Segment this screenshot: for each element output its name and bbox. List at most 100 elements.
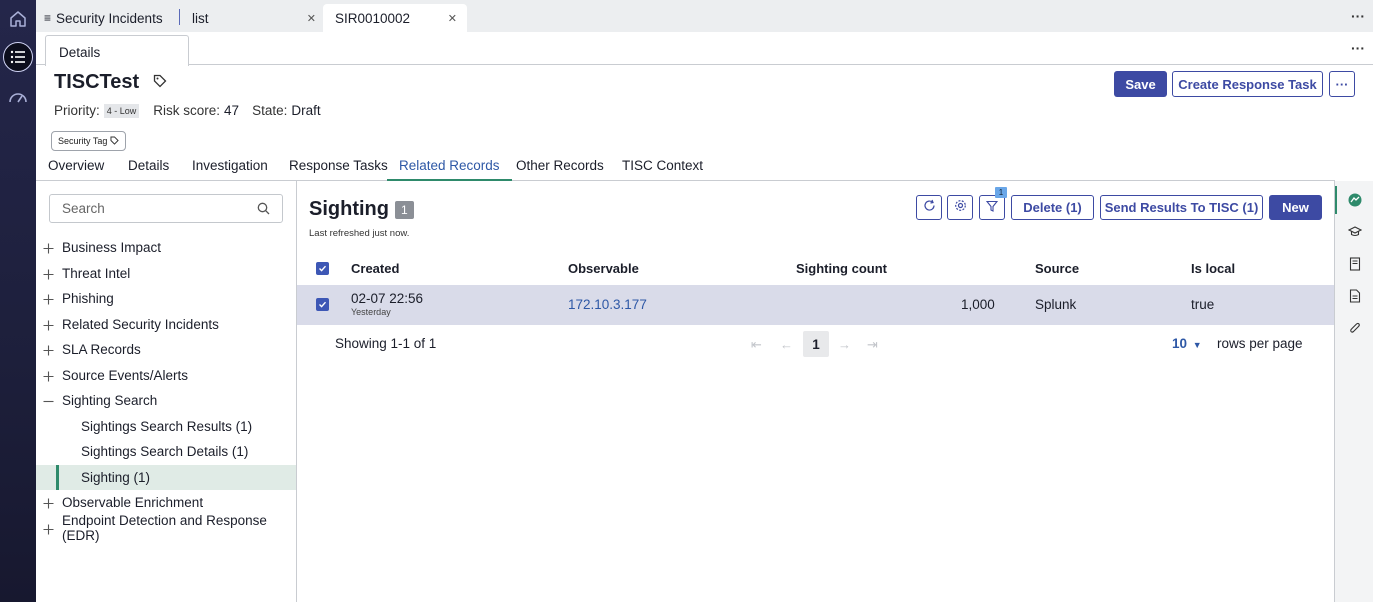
- filter-button[interactable]: [979, 195, 1005, 220]
- settings-button[interactable]: [947, 195, 973, 220]
- dashboard-icon[interactable]: [3, 82, 33, 112]
- tree-item[interactable]: Phishing: [36, 286, 296, 311]
- priority-badge: 4 - Low: [103, 103, 140, 118]
- showing-count-text: Showing 1-1 of 1: [335, 336, 437, 351]
- filter-icon: [985, 199, 999, 217]
- previous-page-icon[interactable]: ←: [780, 337, 793, 352]
- tree-item[interactable]: Observable Enrichment: [36, 490, 296, 515]
- observable-link[interactable]: 172.10.3.177: [568, 297, 647, 312]
- tree-item-label: Phishing: [62, 291, 114, 306]
- column-header-is-local[interactable]: Is local: [1191, 261, 1235, 276]
- refresh-button[interactable]: [916, 195, 942, 220]
- hamburger-icon[interactable]: ≡: [44, 11, 51, 25]
- tab-details[interactable]: Details: [45, 35, 189, 66]
- security-tag-button[interactable]: Security Tag: [51, 131, 127, 151]
- first-page-icon[interactable]: ⇤: [751, 337, 762, 353]
- tree-item[interactable]: Business Impact: [36, 235, 296, 260]
- expand-icon[interactable]: [43, 523, 54, 534]
- more-icon[interactable]: ···: [1351, 8, 1365, 24]
- playbook-icon[interactable]: [1348, 225, 1362, 239]
- state-label: State:: [252, 103, 288, 118]
- expand-icon[interactable]: [43, 242, 54, 254]
- row-checkbox[interactable]: [316, 298, 329, 311]
- document-icon[interactable]: [1348, 289, 1362, 303]
- collapse-icon[interactable]: [43, 395, 54, 406]
- cell-created-relative: Yesterday: [351, 307, 391, 317]
- select-all-checkbox[interactable]: [316, 262, 329, 275]
- search-icon[interactable]: [257, 202, 270, 218]
- search-input[interactable]: Search: [49, 194, 283, 223]
- column-header-created[interactable]: Created: [351, 261, 399, 276]
- sighting-list: Sighting 1 Last refreshed just now. 1 De…: [297, 181, 1334, 602]
- tree-item[interactable]: SLA Records: [36, 337, 296, 362]
- cell-source: Splunk: [1035, 297, 1077, 312]
- send-results-button[interactable]: Send Results To TISC (1): [1100, 195, 1263, 220]
- tree-item-label: Observable Enrichment: [62, 495, 204, 510]
- column-header-observable[interactable]: Observable: [568, 261, 639, 276]
- app-title: Security Incidents: [56, 10, 163, 26]
- tab-app-menu[interactable]: ≡ Security Incidents: [44, 4, 179, 32]
- tab-record-label: SIR0010002: [335, 10, 411, 26]
- delete-button[interactable]: Delete (1): [1011, 195, 1094, 220]
- create-response-task-button[interactable]: Create Response Task: [1172, 71, 1323, 97]
- last-page-icon[interactable]: ⇥: [867, 337, 878, 353]
- tag-icon[interactable]: [153, 71, 167, 94]
- tree-item[interactable]: Sightings Search Details (1): [36, 439, 296, 464]
- next-page-icon[interactable]: →: [838, 337, 851, 352]
- tab-other-records[interactable]: Other Records: [516, 158, 604, 181]
- tree-item[interactable]: Endpoint Detection and Response (EDR): [36, 513, 296, 543]
- tree-item-label: Sighting Search: [62, 393, 158, 408]
- last-refreshed-text: Last refreshed just now.: [309, 228, 410, 239]
- attachment-icon[interactable]: [1348, 321, 1362, 335]
- home-icon[interactable]: [3, 4, 33, 34]
- expand-icon[interactable]: [43, 370, 54, 381]
- tab-record[interactable]: SIR0010002 ✕: [323, 4, 467, 32]
- risk-score-value: 47: [224, 103, 240, 118]
- tree-item[interactable]: Sightings Search Results (1): [36, 414, 296, 439]
- tree-item[interactable]: Sighting (1): [36, 464, 296, 490]
- tree-item-label: Sightings Search Details (1): [81, 444, 249, 459]
- agent-assist-icon[interactable]: [1348, 193, 1362, 207]
- tree-item-label: Business Impact: [62, 240, 162, 255]
- record-title: TISCTest: [54, 71, 167, 94]
- gear-icon: [954, 199, 967, 217]
- close-icon[interactable]: ✕: [307, 12, 316, 25]
- record-title-text: TISCTest: [54, 71, 140, 93]
- table-row[interactable]: 02-07 22:56 Yesterday 172.10.3.177 1,000…: [297, 285, 1334, 325]
- expand-icon[interactable]: [43, 268, 54, 279]
- tree-item[interactable]: Sighting Search: [36, 388, 296, 413]
- cell-created: 02-07 22:56: [351, 291, 424, 306]
- expand-icon[interactable]: [43, 319, 54, 330]
- tab-list[interactable]: list ✕: [192, 4, 322, 32]
- save-button[interactable]: Save: [1114, 71, 1167, 97]
- tree-item-label: SLA Records: [62, 342, 141, 357]
- tab-tisc-context[interactable]: TISC Context: [622, 158, 703, 181]
- list-icon[interactable]: [3, 42, 33, 72]
- contextual-side-rail: [1334, 181, 1373, 602]
- tab-overview[interactable]: Overview: [48, 158, 104, 181]
- tab-details-section[interactable]: Details: [128, 158, 169, 181]
- tree-item[interactable]: Source Events/Alerts: [36, 363, 296, 388]
- close-icon[interactable]: ✕: [448, 12, 457, 25]
- column-header-source[interactable]: Source: [1035, 261, 1079, 276]
- tree-item[interactable]: Threat Intel: [36, 261, 296, 286]
- filter-count-badge: 1: [995, 187, 1007, 198]
- cell-is-local: true: [1191, 297, 1215, 312]
- rows-per-page-select[interactable]: 10 ▼: [1172, 336, 1202, 351]
- more-actions-button[interactable]: ···: [1329, 71, 1355, 97]
- expand-icon[interactable]: [43, 344, 54, 356]
- tab-response-tasks[interactable]: Response Tasks: [289, 158, 388, 181]
- current-page-button[interactable]: 1: [803, 331, 829, 357]
- tag-icon: [110, 135, 120, 147]
- cell-sighting-count: 1,000: [961, 297, 995, 312]
- tab-investigation[interactable]: Investigation: [192, 158, 268, 181]
- notebook-icon[interactable]: [1348, 257, 1362, 271]
- new-button[interactable]: New: [1269, 195, 1322, 220]
- expand-icon[interactable]: [43, 497, 54, 509]
- tab-divider: [179, 9, 180, 25]
- expand-icon[interactable]: [43, 293, 54, 305]
- tree-item[interactable]: Related Security Incidents: [36, 312, 296, 337]
- more-icon[interactable]: ···: [1351, 40, 1365, 56]
- tab-related-records[interactable]: Related Records: [387, 158, 512, 181]
- column-header-sighting-count[interactable]: Sighting count: [796, 261, 887, 276]
